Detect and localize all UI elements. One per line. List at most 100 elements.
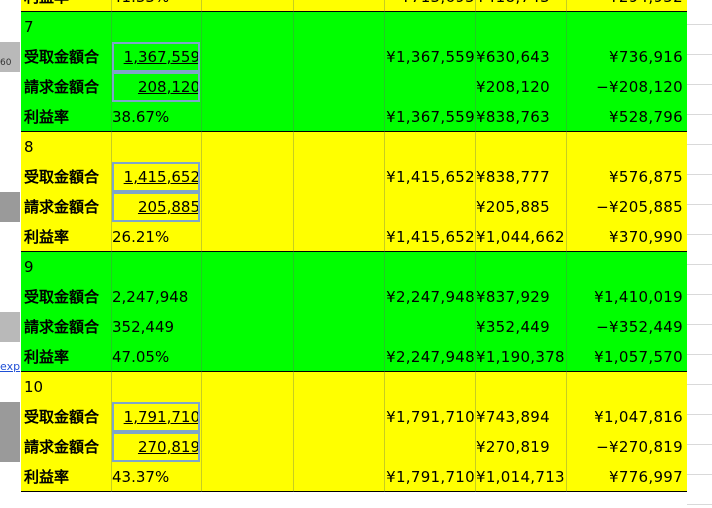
- row-header-block[interactable]: [0, 312, 20, 342]
- amount-input-cell[interactable]: 1,415,652: [112, 162, 200, 192]
- total-column-cell[interactable]: ¥1,367,559: [376, 102, 475, 132]
- cost-column-cell[interactable]: ¥743,894: [476, 402, 566, 432]
- section-header-row[interactable]: 10: [21, 372, 687, 402]
- balance-column-cell[interactable]: ¥1,410,019: [567, 282, 683, 312]
- table-row[interactable]: 利益率 38.67% ¥1,367,559 ¥838,763 ¥528,796: [21, 102, 687, 132]
- hyperlink-fragment[interactable]: exp: [0, 360, 20, 373]
- gridline: [293, 132, 294, 162]
- section-number-cell[interactable]: 9: [24, 252, 224, 282]
- table-row[interactable]: 受取金額合 1,415,652 ¥1,415,652 ¥838,777 ¥576,875: [21, 162, 687, 192]
- table-row[interactable]: 利益率41.33% ¥713,695¥418,743¥294,952: [21, 0, 687, 12]
- total-column-cell[interactable]: ¥1,415,652: [376, 162, 475, 192]
- table-row[interactable]: 利益率 43.37% ¥1,791,710 ¥1,014,713 ¥776,997: [21, 462, 687, 492]
- cost-column-cell[interactable]: ¥838,777: [476, 162, 566, 192]
- total-column-cell[interactable]: [376, 312, 475, 342]
- cost-column-cell[interactable]: ¥352,449: [476, 312, 566, 342]
- table-row[interactable]: 受取金額合 2,247,948 ¥2,247,948 ¥837,929 ¥1,410,0…: [21, 282, 687, 312]
- amount-label-cell[interactable]: 請求金額合: [24, 312, 112, 342]
- amount-input-cell[interactable]: 1,791,710: [112, 402, 200, 432]
- balance-column-cell[interactable]: ¥370,990: [567, 222, 683, 252]
- right-blank-column: [687, 0, 712, 508]
- balance-column-cell[interactable]: −¥270,819: [567, 432, 683, 462]
- balance-column-cell[interactable]: ¥576,875: [567, 162, 683, 192]
- total-column-cell[interactable]: ¥1,791,710: [376, 402, 475, 432]
- table-row[interactable]: 受取金額合 1,791,710 ¥1,791,710 ¥743,894 ¥1,047,8…: [21, 402, 687, 432]
- profit-rate-label[interactable]: 利益率: [24, 222, 112, 252]
- section-header-row[interactable]: 8: [21, 132, 687, 162]
- cost-column-cell[interactable]: ¥270,819: [476, 432, 566, 462]
- profit-rate-value[interactable]: 43.37%: [112, 462, 200, 492]
- gridline: [293, 222, 294, 252]
- amount-input-cell[interactable]: 2,247,948: [112, 282, 200, 312]
- balance-column-cell[interactable]: ¥528,796: [567, 102, 683, 132]
- amount-label-cell[interactable]: 受取金額合: [24, 282, 112, 312]
- total-column-cell[interactable]: [376, 72, 475, 102]
- amount-label-cell[interactable]: 請求金額合: [24, 72, 112, 102]
- cost-column-cell[interactable]: ¥1,044,662: [476, 222, 566, 252]
- profit-rate-value[interactable]: 38.67%: [112, 102, 200, 132]
- profit-rate-value[interactable]: 26.21%: [112, 222, 200, 252]
- profit-rate-label[interactable]: 利益率: [24, 0, 112, 12]
- gridline: [687, 414, 712, 415]
- gridline: [687, 54, 712, 55]
- gridline: [687, 174, 712, 175]
- amount-label-cell[interactable]: 受取金額合: [24, 402, 112, 432]
- balance-column-cell[interactable]: −¥208,120: [567, 72, 683, 102]
- balance-column-cell[interactable]: ¥1,047,816: [567, 402, 683, 432]
- section-number-cell[interactable]: 8: [24, 132, 224, 162]
- total-column-cell[interactable]: ¥1,415,652: [376, 222, 475, 252]
- amount-input-cell[interactable]: 270,819: [112, 432, 200, 462]
- amount-label-cell[interactable]: 請求金額合: [24, 432, 112, 462]
- balance-column-cell[interactable]: −¥205,885: [567, 192, 683, 222]
- table-row[interactable]: 受取金額合 1,367,559 ¥1,367,559 ¥630,643 ¥736,916: [21, 42, 687, 72]
- section-header-row[interactable]: 7: [21, 12, 687, 42]
- balance-column-cell[interactable]: −¥352,449: [567, 312, 683, 342]
- amount-label-cell[interactable]: 受取金額合: [24, 162, 112, 192]
- table-row[interactable]: 請求金額合 208,120 ¥208,120 −¥208,120: [21, 72, 687, 102]
- table-row[interactable]: 請求金額合 352,449 ¥352,449 −¥352,449: [21, 312, 687, 342]
- cost-column-cell[interactable]: ¥418,743: [476, 0, 566, 12]
- balance-column-cell[interactable]: ¥1,057,570: [567, 342, 683, 372]
- section-number-cell[interactable]: 10: [24, 372, 224, 402]
- amount-input-cell[interactable]: 208,120: [112, 72, 200, 102]
- cost-column-cell[interactable]: ¥1,014,713: [476, 462, 566, 492]
- gridline: [384, 12, 385, 42]
- total-column-cell[interactable]: [376, 192, 475, 222]
- row-header-block[interactable]: [0, 192, 20, 222]
- table-row[interactable]: 利益率 47.05% ¥2,247,948 ¥1,190,378 ¥1,057,570: [21, 342, 687, 372]
- balance-column-cell[interactable]: ¥294,952: [567, 0, 683, 12]
- profit-rate-label[interactable]: 利益率: [24, 102, 112, 132]
- amount-input-cell[interactable]: 1,367,559: [112, 42, 200, 72]
- total-column-cell[interactable]: ¥713,695: [376, 0, 475, 12]
- cost-column-cell[interactable]: ¥837,929: [476, 282, 566, 312]
- table-row[interactable]: 請求金額合 205,885 ¥205,885 −¥205,885: [21, 192, 687, 222]
- cost-column-cell[interactable]: ¥630,643: [476, 42, 566, 72]
- section-header-row[interactable]: 9: [21, 252, 687, 282]
- amount-input-cell[interactable]: 205,885: [112, 192, 200, 222]
- table-row[interactable]: 請求金額合 270,819 ¥270,819 −¥270,819: [21, 432, 687, 462]
- amount-input-cell[interactable]: 352,449: [112, 312, 200, 342]
- balance-column-cell[interactable]: ¥776,997: [567, 462, 683, 492]
- gridline: [687, 144, 712, 145]
- total-column-cell[interactable]: [376, 432, 475, 462]
- table-row[interactable]: 利益率 26.21% ¥1,415,652 ¥1,044,662 ¥370,990: [21, 222, 687, 252]
- gridline: [687, 384, 712, 385]
- total-column-cell[interactable]: ¥2,247,948: [376, 282, 475, 312]
- total-column-cell[interactable]: ¥2,247,948: [376, 342, 475, 372]
- cost-column-cell[interactable]: ¥208,120: [476, 72, 566, 102]
- cost-column-cell[interactable]: ¥838,763: [476, 102, 566, 132]
- row-header-block[interactable]: [0, 402, 20, 462]
- total-column-cell[interactable]: ¥1,367,559: [376, 42, 475, 72]
- cost-column-cell[interactable]: ¥1,190,378: [476, 342, 566, 372]
- profit-rate-label[interactable]: 利益率: [24, 342, 112, 372]
- total-column-cell[interactable]: ¥1,791,710: [376, 462, 475, 492]
- balance-column-cell[interactable]: ¥736,916: [567, 42, 683, 72]
- profit-rate-value[interactable]: 47.05%: [112, 342, 200, 372]
- amount-label-cell[interactable]: 受取金額合: [24, 42, 112, 72]
- profit-rate-value[interactable]: 41.33%: [112, 0, 200, 12]
- cost-column-cell[interactable]: ¥205,885: [476, 192, 566, 222]
- profit-rate-label[interactable]: 利益率: [24, 462, 112, 492]
- gridline: [293, 342, 294, 372]
- amount-label-cell[interactable]: 請求金額合: [24, 192, 112, 222]
- section-number-cell[interactable]: 7: [24, 12, 224, 42]
